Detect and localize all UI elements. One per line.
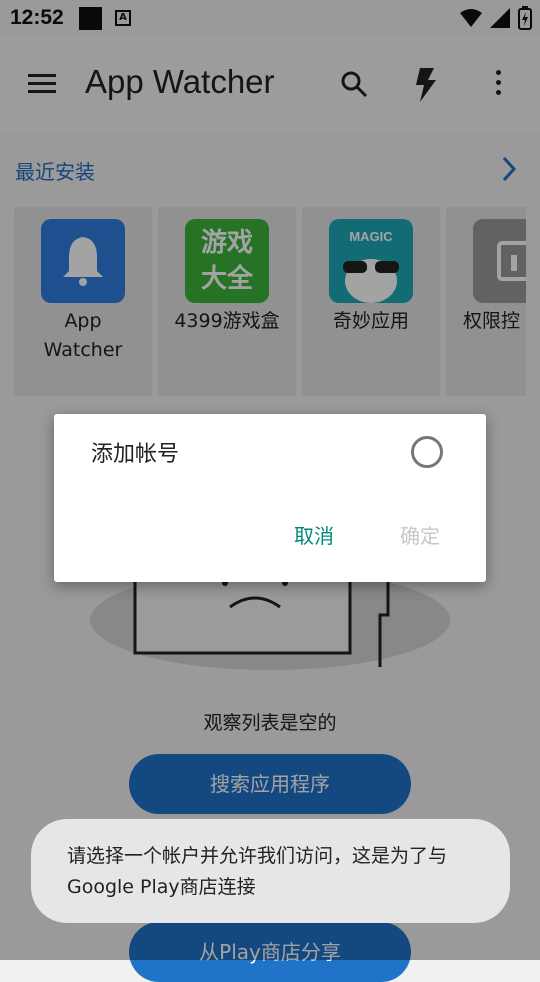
toast-text: 请选择一个帐户并允许我们访问，这是为了与Google Play商店连接	[67, 845, 448, 898]
add-account-radio-button[interactable]	[411, 436, 443, 468]
toast-message: 请选择一个帐户并允许我们访问，这是为了与Google Play商店连接	[31, 819, 510, 923]
ok-button[interactable]: 确定	[400, 520, 440, 549]
add-account-option-label: 添加帐号	[91, 442, 180, 467]
add-account-dialog: 添加帐号 取消 确定	[54, 414, 486, 582]
cancel-button[interactable]: 取消	[294, 520, 334, 549]
